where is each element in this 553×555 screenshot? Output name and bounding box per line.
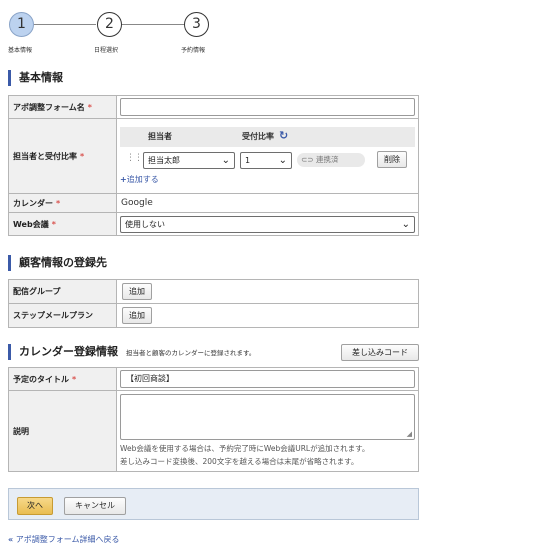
chevron-down-icon: ⌄ <box>221 154 230 166</box>
description-label: 説明 <box>8 390 117 472</box>
step-1-label: 基本情報 <box>8 47 33 54</box>
step-connector <box>34 24 96 25</box>
form-actions-bar: 次へ キャンセル <box>8 488 419 520</box>
chevron-down-icon: ⌄ <box>278 154 287 166</box>
ratio-select[interactable]: 1 ⌄ <box>240 151 292 169</box>
resize-handle-icon[interactable]: ◢ <box>407 430 412 438</box>
step-2-label: 日程選択 <box>94 47 119 54</box>
form-name-input[interactable] <box>120 98 415 116</box>
ratio-column-header: 受付比率 <box>242 131 274 141</box>
add-staff-row: +追加する <box>120 173 415 187</box>
description-help-text: Web会議を使用する場合は、予約完了時にWeb会議URLが追加されます。 差し込… <box>120 444 370 466</box>
staff-select[interactable]: 担当太郎 ⌄ <box>143 151 235 169</box>
refresh-icon[interactable]: ↻ <box>279 129 288 142</box>
calendar-label: カレンダー * <box>8 193 117 213</box>
staff-ratio-label: 担当者と受付比率 * <box>8 118 117 194</box>
event-title-label: 予定のタイトル * <box>8 367 117 391</box>
plus-icon: + <box>120 174 127 184</box>
insert-code-button[interactable]: 差し込みコード <box>341 344 419 361</box>
staff-row: ⋮⋮ 担当太郎 ⌄ 1 ⌄ ⊂⊃ 連携済 削除 <box>120 147 415 173</box>
add-group-button[interactable]: 追加 <box>122 283 152 300</box>
calendar-value: Google <box>116 193 419 213</box>
calendar-reg-table: 予定のタイトル * 【初回商談】 説明 ◢ Web会議を使用する場合は、予約完了時… <box>8 367 419 472</box>
form-name-label: アポ調整フォーム名 * <box>8 95 117 119</box>
step-1-circle: 1 <box>9 12 34 37</box>
step-2-circle: 2 <box>97 12 122 37</box>
step-3-circle: 3 <box>184 12 209 37</box>
description-textarea[interactable]: ◢ <box>120 394 415 440</box>
section-heading-calendar: カレンダー登録情報 担当者と顧客のカレンダーに登録されます。 <box>8 344 308 360</box>
linked-status-badge: ⊂⊃ 連携済 <box>297 152 365 167</box>
drag-handle-icon[interactable]: ⋮⋮ <box>126 153 143 163</box>
basic-info-table: アポ調整フォーム名 * 担当者と受付比率 * 担当者 受付比率 ↻ ⋮⋮ 担当太郎 ⌄… <box>8 95 419 236</box>
web-meeting-label: Web会議 * <box>8 212 117 236</box>
double-chevron-left-icon: « <box>8 535 14 544</box>
group-label: 配信グループ <box>8 279 117 304</box>
cancel-button[interactable]: キャンセル <box>64 497 126 515</box>
add-step-mail-button[interactable]: 追加 <box>122 307 152 324</box>
step-connector <box>122 24 184 25</box>
step-3-label: 予約情報 <box>181 47 206 54</box>
section-heading-basic: 基本情報 <box>8 70 63 86</box>
next-button[interactable]: 次へ <box>17 497 53 515</box>
step-mail-label: ステップメールプラン <box>8 303 117 328</box>
back-link[interactable]: « アポ調整フォーム詳細へ戻る <box>8 534 119 545</box>
event-title-input[interactable]: 【初回商談】 <box>120 370 415 388</box>
web-meeting-select[interactable]: 使用しない ⌄ <box>120 215 415 233</box>
delete-staff-button[interactable]: 削除 <box>377 150 407 168</box>
staff-column-header: 担当者 <box>148 131 172 141</box>
chevron-down-icon: ⌄ <box>401 218 410 230</box>
calendar-note: 担当者と顧客のカレンダーに登録されます。 <box>126 349 256 357</box>
link-icon: ⊂⊃ <box>301 154 314 164</box>
add-staff-link[interactable]: +追加する <box>120 174 159 185</box>
staff-table-header: 担当者 受付比率 ↻ <box>120 126 415 147</box>
section-heading-customer: 顧客情報の登録先 <box>8 255 107 271</box>
progress-stepper: 1 2 3 基本情報 日程選択 予約情報 <box>8 12 228 57</box>
customer-table: 配信グループ 追加 ステップメールプラン 追加 <box>8 279 419 328</box>
